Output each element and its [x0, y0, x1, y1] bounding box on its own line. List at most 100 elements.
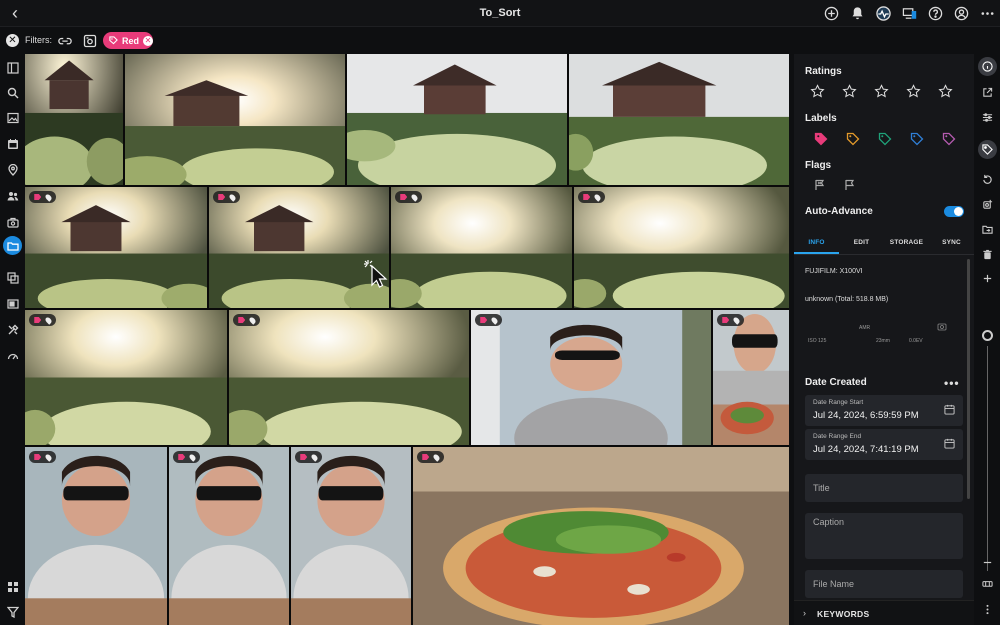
red-tag-icon [34, 194, 42, 200]
trash-icon[interactable] [978, 245, 997, 264]
photo-thumbnail-selected[interactable] [209, 187, 389, 308]
photo-thumbnail[interactable] [569, 54, 789, 185]
red-tag-icon [178, 454, 186, 460]
date-more-icon[interactable]: ••• [944, 376, 960, 390]
date-range-start[interactable]: Date Range Start Jul 24, 2024, 6:59:59 P… [805, 395, 963, 426]
more-icon[interactable] [979, 4, 996, 22]
dashboard-icon[interactable] [3, 346, 22, 365]
help-icon[interactable] [927, 4, 944, 22]
bell-icon[interactable] [849, 4, 866, 22]
zoom-in-icon[interactable] [978, 269, 997, 288]
photo-thumbnail[interactable] [229, 310, 469, 445]
auto-advance-toggle[interactable] [944, 206, 964, 217]
tag-icon[interactable] [978, 140, 997, 159]
info-panel: Ratings Labels Flags Auto-Advance INFO E… [794, 54, 974, 625]
more-vertical-icon[interactable] [978, 600, 997, 619]
label-green-icon[interactable] [878, 132, 892, 146]
date-start-label: Date Range Start [813, 399, 864, 406]
remove-chip-icon[interactable]: ✕ [143, 35, 154, 46]
clear-filters-icon[interactable]: ✕ [6, 34, 19, 47]
workflow-icon[interactable] [3, 577, 22, 596]
tab-edit[interactable]: EDIT [839, 231, 884, 254]
camera-bag-icon[interactable] [3, 212, 22, 231]
label-purple-icon[interactable] [942, 132, 956, 146]
label-location-badge [173, 451, 200, 463]
star-5-icon[interactable] [938, 84, 953, 99]
flags-title: Flags [805, 160, 832, 171]
keywords-label: KEYWORDS [817, 609, 870, 619]
photos-icon[interactable] [3, 108, 22, 127]
star-2-icon[interactable] [842, 84, 857, 99]
info-icon[interactable] [978, 57, 997, 76]
red-label-filter-chip[interactable]: Red ✕ [103, 32, 154, 49]
title-field[interactable]: Title [805, 474, 963, 502]
filters-label: Filters: [25, 35, 52, 45]
label-red-icon[interactable] [814, 132, 828, 146]
photo-thumbnail[interactable] [713, 310, 789, 445]
zoom-slider-track[interactable] [987, 346, 988, 571]
crop-icon[interactable] [978, 195, 997, 214]
rotate-icon[interactable] [978, 170, 997, 189]
tools-icon[interactable] [3, 320, 22, 339]
search-icon[interactable] [3, 83, 22, 102]
reject-flag-icon[interactable] [814, 179, 826, 191]
label-orange-icon[interactable] [846, 132, 860, 146]
adjustments-icon[interactable] [978, 108, 997, 127]
photo-thumbnail[interactable] [291, 447, 411, 625]
calendar-icon[interactable] [3, 134, 22, 153]
tab-storage[interactable]: STORAGE [884, 231, 929, 254]
photo-thumbnail[interactable] [25, 54, 123, 185]
location-pin-icon [732, 315, 741, 325]
location-pin-icon [44, 315, 53, 325]
keywords-section[interactable]: › KEYWORDS [794, 600, 974, 625]
tab-info[interactable]: INFO [794, 231, 839, 254]
slideshow-icon[interactable] [3, 294, 22, 313]
photo-thumbnail[interactable] [169, 447, 289, 625]
location-pin-icon [248, 315, 257, 325]
account-icon[interactable] [953, 4, 970, 22]
open-external-icon[interactable] [978, 83, 997, 102]
caption-field[interactable]: Caption [805, 513, 963, 559]
photo-thumbnail-pizza[interactable] [413, 447, 789, 625]
camera-filter-icon[interactable] [83, 34, 97, 48]
photo-thumbnail[interactable] [391, 187, 572, 308]
location-icon[interactable] [3, 160, 22, 179]
star-1-icon[interactable] [810, 84, 825, 99]
flags-row [814, 179, 856, 191]
label-blue-icon[interactable] [910, 132, 924, 146]
layout-icon[interactable] [3, 58, 22, 77]
add-circle-icon[interactable] [823, 4, 840, 22]
devices-icon[interactable] [901, 4, 918, 22]
ratings-title: Ratings [805, 66, 842, 77]
zoom-slider-knob[interactable] [982, 330, 993, 341]
photo-thumbnail[interactable] [25, 187, 207, 308]
pick-flag-icon[interactable] [844, 179, 856, 191]
photo-thumbnail[interactable] [347, 54, 567, 185]
calendar-icon[interactable] [944, 438, 955, 449]
photo-thumbnail[interactable] [471, 310, 711, 445]
photo-thumbnail[interactable] [574, 187, 789, 308]
photo-thumbnail[interactable] [25, 447, 167, 625]
view-mode-icon[interactable] [978, 574, 997, 593]
photo-thumbnail[interactable] [25, 310, 227, 445]
star-3-icon[interactable] [874, 84, 889, 99]
label-location-badge [295, 451, 322, 463]
filter-icon[interactable] [3, 602, 22, 621]
location-pin-icon [188, 452, 197, 462]
activity-icon[interactable] [875, 4, 892, 22]
folder-icon[interactable] [3, 236, 22, 255]
star-4-icon[interactable] [906, 84, 921, 99]
panel-scrollbar[interactable] [967, 259, 970, 499]
tab-sync[interactable]: SYNC [929, 231, 974, 254]
filename-field[interactable]: File Name [805, 570, 963, 598]
label-location-badge [29, 451, 56, 463]
collections-icon[interactable] [3, 268, 22, 287]
people-icon[interactable] [3, 186, 22, 205]
photo-thumbnail[interactable] [125, 54, 345, 185]
link-icon[interactable] [58, 34, 72, 47]
move-folder-icon[interactable] [978, 220, 997, 239]
zoom-out-icon[interactable] [978, 553, 997, 572]
red-tag-icon [480, 317, 488, 323]
calendar-icon[interactable] [944, 404, 955, 415]
date-range-end[interactable]: Date Range End Jul 24, 2024, 7:41:19 PM [805, 429, 963, 460]
